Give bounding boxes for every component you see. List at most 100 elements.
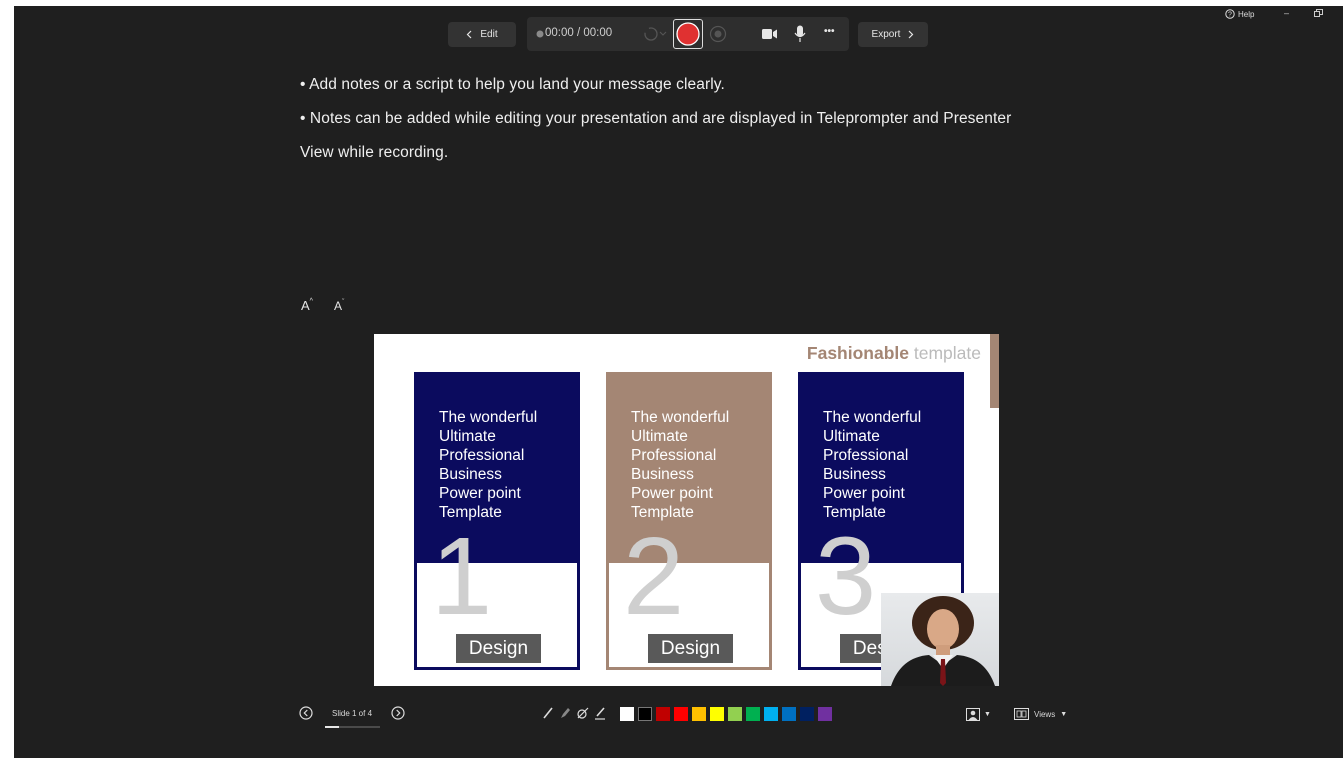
clear-ink-icon — [595, 707, 605, 720]
recording-studio-window: ? Help – Edit 00:00 / 00:00 ••• Export •… — [14, 6, 1343, 758]
chevron-left-icon — [467, 30, 472, 39]
slide-progress-fill — [325, 726, 339, 728]
card-line: Ultimate — [631, 428, 688, 445]
color-swatch[interactable] — [674, 707, 688, 721]
card-line: Business — [823, 466, 886, 483]
help-button[interactable]: ? Help — [1225, 9, 1254, 19]
card-text: The wonderful Ultimate Professional Busi… — [823, 408, 921, 522]
card-text: The wonderful Ultimate Professional Busi… — [631, 408, 729, 522]
card-line: The wonderful — [631, 409, 730, 426]
arrow-right-circle-icon — [391, 706, 405, 720]
camera-icon — [762, 29, 777, 39]
clear-ink-tool[interactable] — [594, 706, 606, 720]
notes-line: • Notes can be added while editing your … — [300, 110, 1012, 127]
layout-icon — [1014, 708, 1029, 720]
highlighter-icon — [561, 708, 570, 718]
export-label: Export — [871, 29, 901, 40]
color-swatch[interactable] — [746, 707, 760, 721]
edit-button[interactable]: Edit — [448, 22, 516, 47]
slide-title: Fashionable template — [807, 343, 981, 364]
card-line: Professional — [823, 447, 909, 464]
increase-font-label: A — [301, 298, 310, 313]
card-line: The wonderful — [823, 409, 922, 426]
color-swatch[interactable] — [710, 707, 724, 721]
decrease-font-button[interactable]: Aˇ — [334, 299, 344, 313]
edit-label: Edit — [480, 29, 498, 40]
eraser-tool[interactable] — [576, 706, 590, 720]
restore-button[interactable] — [1314, 9, 1323, 17]
card-line: Business — [631, 466, 694, 483]
caret-down-icon: ˇ — [342, 299, 345, 306]
pen-icon — [543, 707, 553, 719]
next-slide-button[interactable] — [391, 706, 405, 720]
chevron-right-icon — [909, 30, 914, 39]
views-button[interactable]: Views ▼ — [1014, 708, 1067, 720]
record-button[interactable] — [673, 19, 703, 49]
camera-preview[interactable] — [881, 593, 999, 686]
color-swatch[interactable] — [692, 707, 706, 721]
color-swatch[interactable] — [656, 707, 670, 721]
card-design-label: Design — [456, 634, 541, 663]
slide-counter: Slide 1 of 4 — [332, 709, 373, 718]
slide-progress — [325, 726, 380, 728]
card-line: Power point — [439, 485, 521, 502]
color-swatch[interactable] — [800, 707, 814, 721]
card-line: Ultimate — [823, 428, 880, 445]
card-number: 1 — [431, 515, 493, 638]
retake-button[interactable] — [643, 26, 667, 42]
slide-accent-bar — [990, 334, 999, 408]
views-label: Views — [1034, 709, 1056, 719]
camera-mode-button[interactable]: ▼ — [966, 708, 991, 721]
svg-text:?: ? — [1228, 12, 1232, 19]
caret-up-icon: ^ — [309, 298, 313, 305]
color-swatch[interactable] — [638, 707, 652, 721]
eraser-icon — [577, 707, 589, 719]
notes-line: View while recording. — [300, 144, 449, 161]
increase-font-button[interactable]: A^ — [301, 298, 313, 313]
minimize-button[interactable]: – — [1284, 8, 1289, 18]
microphone-icon — [794, 25, 806, 42]
color-swatch[interactable] — [782, 707, 796, 721]
stop-button[interactable] — [709, 25, 727, 43]
pen-tool[interactable] — [542, 706, 554, 720]
notes-line: • Add notes or a script to help you land… — [300, 76, 725, 93]
highlighter-tool[interactable] — [559, 706, 571, 720]
stop-icon — [709, 25, 727, 43]
arrow-left-circle-icon — [299, 706, 313, 720]
color-swatch[interactable] — [620, 707, 634, 721]
color-swatch[interactable] — [728, 707, 742, 721]
restore-icon — [1314, 9, 1323, 17]
color-swatch[interactable] — [818, 707, 832, 721]
notes-area[interactable]: • Add notes or a script to help you land… — [300, 68, 1090, 170]
microphone-toggle[interactable] — [794, 25, 806, 43]
export-button[interactable]: Export — [858, 22, 928, 47]
card-line: Business — [439, 466, 502, 483]
presenter-portrait-icon — [891, 596, 995, 686]
color-swatch[interactable] — [764, 707, 778, 721]
card-line: Professional — [439, 447, 525, 464]
recording-controls: 00:00 / 00:00 ••• — [527, 17, 849, 51]
camera-mode-icon — [966, 708, 980, 721]
help-icon: ? — [1225, 9, 1235, 19]
retake-icon — [644, 27, 667, 41]
slide-title-bold: Fashionable — [806, 343, 910, 363]
camera-toggle[interactable] — [762, 28, 778, 40]
more-options-button[interactable]: ••• — [824, 26, 835, 37]
card-line: Power point — [631, 485, 713, 502]
caret-down-icon: ▼ — [984, 711, 991, 718]
timer-display: 00:00 / 00:00 — [545, 27, 613, 39]
card-text: The wonderful Ultimate Professional Busi… — [439, 408, 537, 522]
decrease-font-label: A — [334, 299, 343, 313]
help-label: Help — [1238, 9, 1255, 19]
card-line: Ultimate — [439, 428, 496, 445]
card-line: Professional — [631, 447, 717, 464]
caret-down-icon: ▼ — [1060, 710, 1068, 718]
card-number: 3 — [815, 515, 877, 638]
card-design-label: Design — [648, 634, 733, 663]
previous-slide-button[interactable] — [299, 706, 313, 720]
slide-card-2: The wonderful Ultimate Professional Busi… — [606, 372, 772, 670]
slide-title-rest: template — [909, 343, 981, 363]
card-line: The wonderful — [439, 409, 538, 426]
card-number: 2 — [623, 515, 685, 638]
card-line: Power point — [823, 485, 905, 502]
